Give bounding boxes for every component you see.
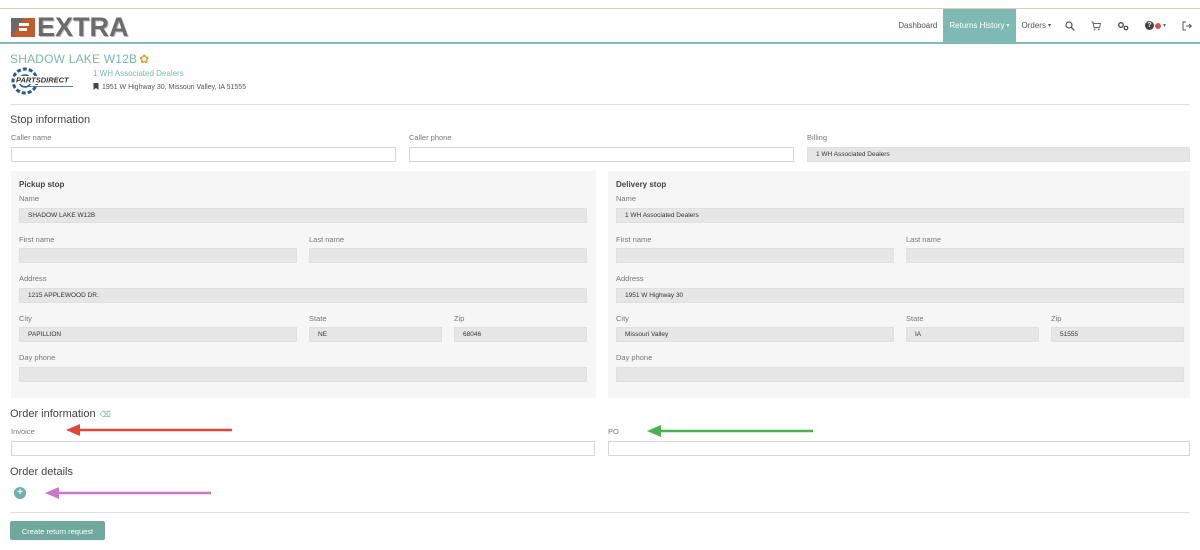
delivery-name-label: Name [616,194,637,203]
search-icon [1065,20,1075,31]
caller-phone-input[interactable] [409,147,794,162]
pickup-city-label: City [19,314,32,323]
delivery-city-input[interactable]: Missouri Valley [616,327,894,342]
cart-icon [1091,21,1101,30]
invoice-label: Invoice [11,427,35,436]
eraser-icon[interactable]: ⌫ [100,410,111,419]
nav-dashboard[interactable]: Dashboard [892,9,943,42]
chevron-down-icon: ▾ [1047,23,1051,29]
billing-label: Billing [807,133,828,142]
stop-info-title: Stop information [10,114,91,126]
delivery-address-label: Address [616,274,644,283]
pickup-day-phone-label: Day phone [19,353,56,362]
bookmark-icon [93,83,99,90]
red-arrow-annotation [66,424,232,436]
pickup-state-label: State [309,314,327,323]
extra-logo-icon [11,18,35,37]
delivery-last-name-input[interactable] [906,248,1184,263]
pickup-address-label: Address [19,274,47,283]
logout-button[interactable] [1174,9,1200,42]
purple-arrow-annotation [45,487,211,499]
delivery-name-input[interactable]: 1 WH Associated Dealers [616,208,1184,223]
dealer-address: 1951 W Highway 30, Missouri Valley, IA 5… [93,83,246,91]
caller-name-label: Caller name [11,133,52,142]
pickup-zip-label: Zip [454,314,465,323]
invoice-input[interactable] [11,441,595,456]
delivery-day-phone-label: Day phone [616,353,653,362]
chevron-down-icon: ▾ [1162,23,1166,29]
delivery-stop-title: Delivery stop [616,180,667,189]
pickup-last-name-input[interactable] [309,248,587,263]
settings-button[interactable] [1109,9,1137,42]
delivery-last-name-label: Last name [906,235,942,244]
logout-icon [1182,21,1192,30]
order-info-title-text: Order information [10,408,96,420]
nav-returns-history-label: Returns History [949,21,1005,30]
divider [10,512,1190,513]
pickup-city-input[interactable]: PAPILLION [19,327,297,342]
store-title-text: SHADOW LAKE W12B [10,52,138,66]
pickup-address-input[interactable]: 1215 APPLEWOOD DR. [19,288,587,303]
notification-dot-icon [1154,22,1161,29]
delivery-first-name-input[interactable] [616,248,894,263]
pickup-first-name-input[interactable] [19,248,297,263]
store-title: SHADOW LAKE W12B ✿ [10,52,150,66]
gear-icon[interactable]: ✿ [139,52,149,66]
delivery-city-label: City [616,314,629,323]
green-arrow-annotation [647,425,813,437]
help-icon: ? [1144,21,1154,30]
po-label: PO [608,427,619,436]
brand-logo-text: PARTSDIRECT [16,76,70,85]
dealer-address-text: 1951 W Highway 30, Missouri Valley, IA 5… [102,84,247,91]
top-navbar: EXTRA Dashboard Returns History ▾ Orders ▾… [0,8,1200,44]
help-menu[interactable]: ? ▾ [1137,9,1174,42]
delivery-address-input[interactable]: 1951 W Highway 30 [616,288,1184,303]
pickup-last-name-label: Last name [309,235,345,244]
delivery-state-input[interactable]: IA [906,327,1039,342]
chevron-down-icon: ▾ [1006,23,1010,29]
app-logo[interactable]: EXTRA [10,12,129,42]
delivery-first-name-label: First name [616,235,652,244]
nav-orders[interactable]: Orders ▾ [1016,9,1057,42]
divider [10,104,1190,105]
nav-dashboard-label: Dashboard [898,21,938,30]
main-nav: Dashboard Returns History ▾ Orders ▾ ? ▾ [892,9,1200,42]
delivery-zip-label: Zip [1051,314,1062,323]
pickup-name-input[interactable]: SHADOW LAKE W12B [19,208,587,223]
delivery-stop-panel [608,171,1190,398]
pickup-name-label: Name [19,194,40,203]
add-item-button[interactable]: + [14,487,26,499]
order-details-title: Order details [10,466,73,478]
caller-name-input[interactable] [11,147,396,162]
pickup-zip-input[interactable]: 68046 [454,327,587,342]
delivery-state-label: State [906,314,924,323]
po-input[interactable] [608,441,1190,456]
nav-returns-history[interactable]: Returns History ▾ [943,9,1016,42]
order-info-title: Order information ⌫ [10,408,111,420]
cart-button[interactable] [1083,9,1109,42]
search-button[interactable] [1057,9,1083,42]
caller-phone-label: Caller phone [409,133,452,142]
pickup-state-input[interactable]: NE [309,327,442,342]
nav-orders-label: Orders [1021,21,1046,30]
pickup-stop-panel [11,171,596,398]
delivery-zip-input[interactable]: 51555 [1051,327,1184,342]
delivery-day-phone-input[interactable] [616,367,1184,382]
dealer-name-link[interactable]: 1 WH Associated Dealers [93,69,184,78]
gears-icon [1118,21,1129,30]
logo-text: EXTRA [37,12,129,42]
parts-direct-logo: PARTSDIRECT [11,67,81,95]
pickup-first-name-label: First name [19,235,55,244]
billing-input[interactable]: 1 WH Associated Dealers [807,147,1190,162]
create-return-request-button[interactable]: Create return request [10,521,105,540]
pickup-stop-title: Pickup stop [19,180,65,189]
pickup-day-phone-input[interactable] [19,367,587,382]
